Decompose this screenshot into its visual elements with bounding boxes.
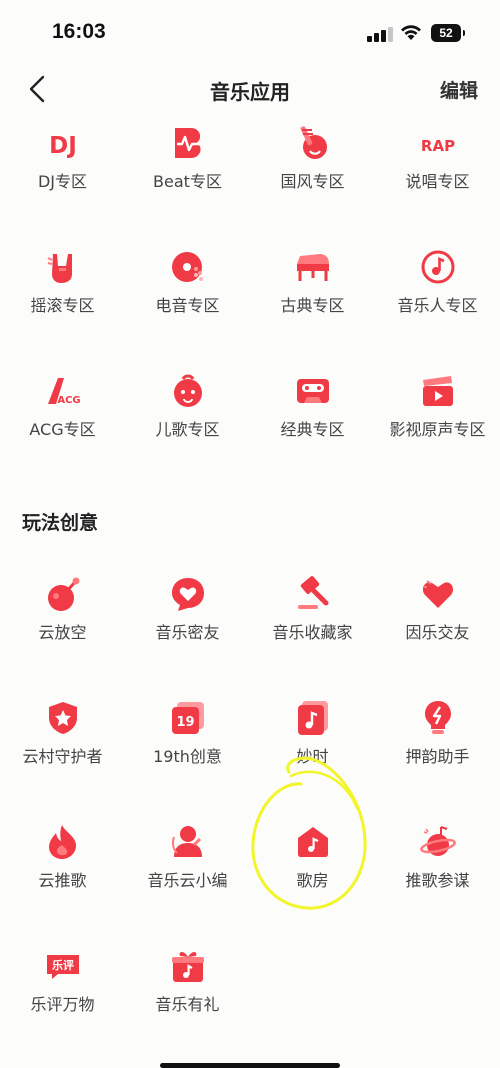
- app-label: Beat专区: [153, 172, 222, 191]
- app-label: ACG专区: [29, 420, 96, 439]
- guofeng-icon: [300, 126, 327, 159]
- planet-note-icon: [419, 826, 456, 856]
- page-title: 音乐应用: [210, 80, 290, 104]
- creative-label: 押韵助手: [405, 747, 470, 766]
- creative-label: 妙时: [296, 747, 329, 766]
- rock-hand-icon: [47, 254, 72, 283]
- app-item-classical[interactable]: 古典专区: [250, 248, 375, 328]
- section-title-creative: 玩法创意: [22, 512, 99, 534]
- signal-icon: [367, 26, 393, 42]
- 19th-icon-text: 19: [176, 715, 194, 730]
- comment-tag-icon: 乐评: [46, 955, 79, 979]
- editor-person-icon: [171, 826, 202, 857]
- rap-icon: RAP: [420, 137, 454, 155]
- kid-face-icon: [173, 374, 202, 407]
- status-time: 16:03: [52, 20, 106, 43]
- creative-item-19th[interactable]: 19 19th创意: [125, 699, 250, 779]
- app-label: DJ专区: [37, 172, 88, 191]
- creative-item-collector[interactable]: 音乐收藏家: [250, 575, 375, 655]
- creative-label: 云村守护者: [22, 747, 103, 766]
- acg-icon-text: ACG: [57, 395, 80, 406]
- wifi-icon: [401, 25, 421, 40]
- creative-item-comment-all[interactable]: 乐评 乐评万物: [0, 947, 125, 1027]
- creative-item-cloud-recommend[interactable]: 云推歌: [0, 823, 125, 903]
- app-label: 古典专区: [280, 296, 345, 315]
- app-item-beat[interactable]: Beat专区: [125, 124, 250, 204]
- musician-note-icon: [421, 250, 454, 284]
- app-label: 说唱专区: [405, 172, 470, 191]
- song-room-icon: [297, 827, 328, 857]
- dj-icon: DJ: [49, 133, 77, 159]
- creative-item-music-editor[interactable]: 音乐云小编: [125, 823, 250, 903]
- creative-item-rhyme-helper[interactable]: 押韵助手: [375, 699, 500, 779]
- shield-star-icon: [48, 702, 77, 734]
- app-label: 摇滚专区: [30, 296, 95, 315]
- creative-item-make-friends[interactable]: 因乐交友: [375, 575, 500, 655]
- app-label: 电音专区: [155, 296, 220, 315]
- rap-icon-text: RAP: [420, 137, 454, 155]
- dj-icon-text: DJ: [49, 133, 77, 159]
- electronic-disc-icon: [171, 252, 203, 282]
- creative-item-music-gift[interactable]: 音乐有礼: [125, 947, 250, 1027]
- edit-button[interactable]: 编辑: [440, 76, 478, 103]
- app-item-musician[interactable]: 音乐人专区: [375, 248, 500, 328]
- battery-icon: 52: [431, 24, 465, 42]
- nav-bar: 音乐应用 编辑: [0, 64, 500, 114]
- bulb-icon: [424, 701, 451, 734]
- creative-label: 云推歌: [38, 871, 87, 890]
- 19th-icon: 19: [171, 702, 204, 734]
- creative-item-miaoshi[interactable]: 妙时: [250, 699, 375, 779]
- acg-icon: ACG: [47, 378, 80, 406]
- music-card-icon: [297, 701, 328, 735]
- app-label: 国风专区: [280, 172, 345, 191]
- creative-label: 音乐密友: [155, 623, 220, 642]
- app-label: 影视原声专区: [389, 420, 486, 439]
- cloud-relax-icon: [47, 577, 79, 611]
- creative-label: 音乐云小编: [147, 871, 228, 890]
- creative-label: 19th创意: [153, 747, 222, 766]
- creative-item-guardian[interactable]: 云村守护者: [0, 699, 125, 779]
- flame-icon: [48, 825, 76, 859]
- creative-label: 音乐有礼: [155, 995, 220, 1014]
- creative-item-music-friend[interactable]: 音乐密友: [125, 575, 250, 655]
- creative-label: 推歌参谋: [405, 871, 470, 890]
- creative-label: 音乐收藏家: [272, 623, 353, 642]
- beat-icon: [174, 128, 201, 158]
- app-item-soundtrack[interactable]: 影视原声专区: [375, 372, 500, 452]
- clapperboard-icon: [422, 376, 453, 406]
- app-item-classic[interactable]: 经典专区: [250, 372, 375, 452]
- app-label: 儿歌专区: [155, 420, 220, 439]
- app-item-guofeng[interactable]: 国风专区: [250, 124, 375, 204]
- creative-label: 云放空: [38, 623, 87, 642]
- app-label: 音乐人专区: [397, 296, 478, 315]
- creative-label: 歌房: [296, 871, 329, 890]
- app-item-rock[interactable]: 摇滚专区: [0, 248, 125, 328]
- app-item-kids[interactable]: 儿歌专区: [125, 372, 250, 452]
- cassette-icon: [296, 379, 329, 403]
- app-item-acg[interactable]: ACG ACG专区: [0, 372, 125, 452]
- piano-icon: [296, 254, 329, 281]
- home-indicator: [160, 1063, 340, 1068]
- gavel-icon: [297, 576, 328, 609]
- creative-label: 因乐交友: [405, 623, 470, 642]
- comment-icon-text: 乐评: [52, 958, 74, 972]
- gift-icon: [171, 952, 204, 982]
- creative-item-cloud-relax[interactable]: 云放空: [0, 575, 125, 655]
- app-item-dj[interactable]: DJ DJ专区: [0, 124, 125, 204]
- status-bar: 16:03 52: [0, 0, 500, 64]
- creative-item-song-advisor[interactable]: 推歌参谋: [375, 823, 500, 903]
- app-item-rap[interactable]: RAP 说唱专区: [375, 124, 500, 204]
- app-label: 经典专区: [280, 420, 345, 439]
- app-item-electronic[interactable]: 电音专区: [125, 248, 250, 328]
- creative-label: 乐评万物: [30, 995, 95, 1014]
- friends-heart-icon: [422, 580, 453, 608]
- chat-heart-icon: [171, 578, 204, 611]
- creative-item-song-room[interactable]: 歌房: [250, 823, 375, 903]
